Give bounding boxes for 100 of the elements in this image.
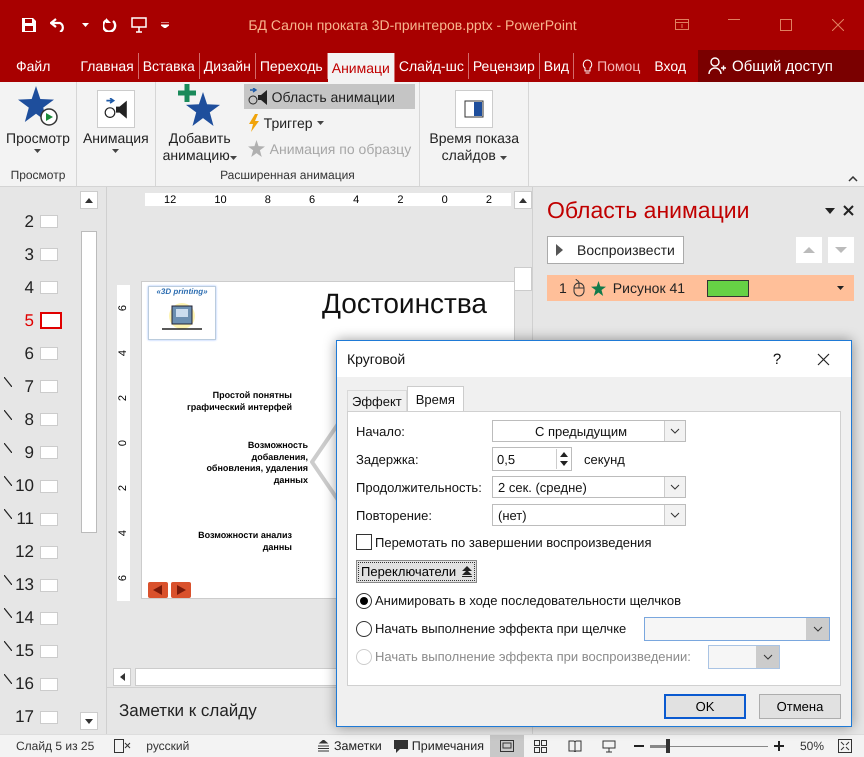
radio-label[interactable]: Анимировать в ходе последовательности щелчков	[375, 593, 681, 608]
rewind-checkbox[interactable]: Перемотать по завершении воспроизведения	[356, 532, 840, 552]
horizontal-ruler: 12 10 8 6 4 2 0 2	[145, 193, 511, 206]
scrollbar-thumb[interactable]	[81, 231, 97, 533]
dialog-tab[interactable]: Время	[406, 386, 464, 411]
slider-thumb[interactable]	[666, 739, 670, 753]
zoom-in-button[interactable]	[774, 741, 784, 751]
ribbon-tab[interactable]: Файл	[4, 53, 62, 79]
slide-thumbnail[interactable]: 15	[0, 634, 78, 668]
close-icon[interactable]	[816, 352, 830, 366]
customize-icon[interactable]	[161, 22, 169, 28]
ok-button[interactable]: OK	[664, 694, 746, 718]
radio-label[interactable]: Начать выполнение эффекта при щелчке	[375, 621, 626, 636]
dialog-tab[interactable]: Эффект	[347, 390, 407, 411]
maximize-icon[interactable]	[780, 19, 792, 31]
language-label[interactable]: русский	[146, 739, 190, 753]
caret-icon	[82, 23, 89, 27]
slide-thumbnail[interactable]: 9	[0, 436, 78, 470]
slide-thumbnail[interactable]: 2	[0, 205, 78, 238]
up-arrow-icon	[803, 247, 815, 253]
add-animation-button[interactable]: Добавить анимацию	[160, 84, 240, 168]
chevron-down-icon	[670, 428, 680, 434]
caret-icon	[500, 156, 507, 160]
ribbon-tab[interactable]: Анимаци	[328, 53, 395, 83]
scrollbar-thumb[interactable]	[514, 267, 532, 291]
notes-button[interactable]: Заметки	[310, 735, 388, 757]
ribbon-tab[interactable]: Главная	[76, 53, 139, 79]
slide-thumbnail[interactable]: 3	[0, 238, 78, 272]
comments-button[interactable]: Примечания	[388, 735, 490, 757]
ribbon-button[interactable]: Триггер	[244, 110, 416, 135]
slide-thumbnail[interactable]: 7	[0, 370, 78, 404]
chevron-down-icon	[762, 654, 773, 660]
field-label: Продолжительность:	[356, 480, 483, 494]
zoom-level[interactable]: 50%	[800, 739, 824, 753]
slide-thumbnail[interactable]: 12	[0, 536, 78, 569]
slide-thumbnail[interactable]: 6	[0, 337, 78, 370]
dialog-title: Круговой	[347, 351, 406, 367]
collapse-ribbon-icon[interactable]	[848, 176, 858, 182]
ribbon-button[interactable]: Область анимации	[244, 84, 416, 109]
transition-mark-icon	[4, 674, 12, 684]
group-label: Просмотр	[10, 168, 66, 184]
help-button[interactable]: ?	[759, 350, 795, 368]
unit-label: секунд	[584, 452, 625, 466]
save-icon[interactable]	[22, 18, 36, 32]
slide-thumbnail[interactable]: 8	[0, 403, 78, 436]
dropdown[interactable]: 2 сек. (средне)	[492, 476, 686, 498]
lightning-icon	[248, 114, 260, 132]
transition-mark-icon	[4, 376, 12, 387]
spelling-icon[interactable]	[114, 739, 132, 753]
scroll-up-button[interactable]	[80, 191, 98, 209]
star-icon	[590, 280, 607, 296]
sorter-view-icon	[534, 740, 548, 752]
caret-icon[interactable]	[825, 208, 835, 214]
ribbon-tab[interactable]: Слайд-шс	[394, 53, 469, 79]
slide-thumbnail[interactable]: 14	[0, 602, 78, 635]
presentation-icon[interactable]	[131, 17, 147, 33]
animation-item[interactable]: 1 Рисунок 41	[547, 275, 854, 301]
comment-icon	[394, 740, 408, 752]
animation-button[interactable]: Анимация	[80, 84, 151, 168]
ribbon-tab[interactable]: Вид	[540, 53, 574, 79]
redo-icon[interactable]	[103, 18, 117, 32]
ribbon-tab[interactable]: Вставка	[138, 53, 200, 79]
caret-icon	[34, 148, 42, 153]
preview-button[interactable]: Просмотр	[4, 84, 72, 168]
dropdown[interactable]: С предыдущим	[492, 420, 686, 442]
slide-thumbnail[interactable]: 4	[0, 271, 78, 304]
close-icon[interactable]	[843, 205, 854, 216]
triggers-button[interactable]: Переключатели	[356, 560, 478, 583]
slide-thumbnail[interactable]: 10	[0, 470, 78, 503]
ribbon-tab[interactable]: Рецензир	[468, 53, 540, 79]
scroll-left-button[interactable]	[113, 668, 131, 686]
animation-pane-icon	[248, 88, 268, 106]
slide-thumbnail[interactable]: 11	[0, 502, 78, 536]
slide-thumbnail[interactable]: 13	[0, 568, 78, 602]
slide-thumbnail[interactable]: 16	[0, 668, 78, 701]
play-button[interactable]: Воспроизвести	[547, 236, 684, 264]
previous-slide-button[interactable]	[148, 582, 168, 598]
radio-button[interactable]	[356, 592, 372, 608]
share-button[interactable]: Общий доступ	[698, 50, 864, 82]
tell-me-field[interactable]: Помоц	[597, 58, 640, 74]
minimize-icon[interactable]	[728, 19, 740, 21]
slide-thumbnail[interactable]: 17	[0, 700, 78, 734]
left-arrow-icon	[120, 673, 124, 681]
slide-timing-button[interactable]: Время показа слайдов	[424, 84, 524, 168]
normal-view-button[interactable]	[490, 735, 524, 757]
sign-in-link[interactable]: Вход	[654, 58, 686, 74]
field-label: Задержка:	[356, 452, 420, 466]
slide-thumbnail[interactable]: 5	[0, 304, 78, 338]
radio-button[interactable]	[356, 620, 372, 636]
spin-field[interactable]: 0,5	[492, 447, 572, 471]
ribbon-display-icon[interactable]	[675, 19, 689, 30]
ribbon-tab[interactable]: Дизайн	[200, 53, 256, 79]
transition-mark-icon	[4, 442, 12, 453]
dropdown[interactable]: (нет)	[492, 504, 686, 526]
transition-mark-icon	[4, 476, 12, 486]
scroll-down-button[interactable]	[80, 712, 98, 730]
scroll-up-button[interactable]	[514, 191, 532, 209]
cancel-button[interactable]: Отмена	[759, 694, 841, 718]
fit-slide-icon[interactable]	[838, 739, 852, 753]
next-slide-button[interactable]	[171, 582, 191, 598]
